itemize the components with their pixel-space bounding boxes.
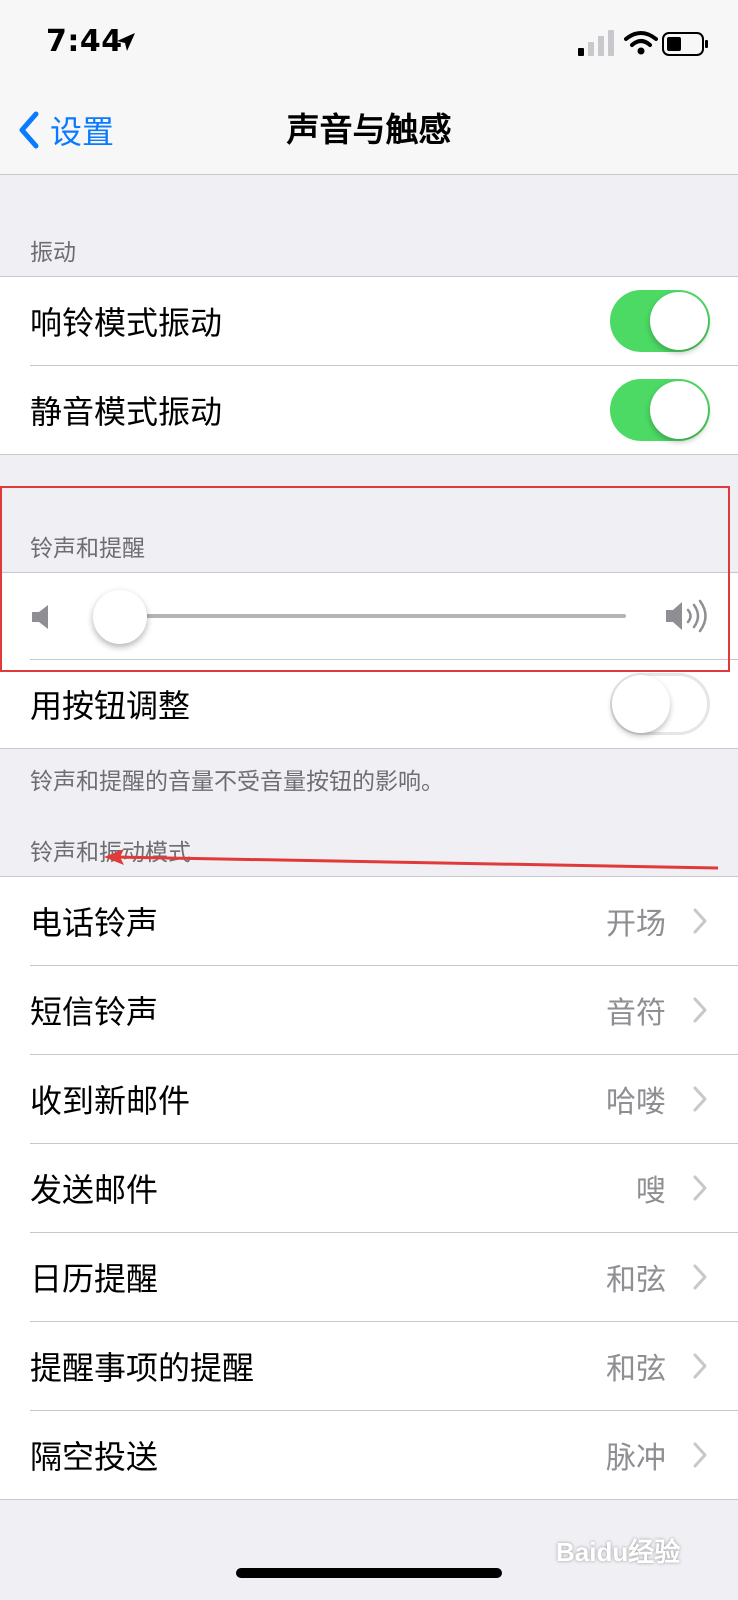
wifi-icon bbox=[624, 31, 658, 55]
status-bar: 7:44 bbox=[0, 0, 738, 88]
chevron-right-icon bbox=[693, 997, 707, 1023]
status-time: 7:44 bbox=[46, 24, 123, 59]
list-item[interactable]: 日历提醒 和弦 bbox=[30, 1233, 738, 1322]
ring-vibrate-toggle[interactable] bbox=[610, 290, 710, 352]
toggle-knob bbox=[650, 381, 708, 439]
chevron-right-icon bbox=[693, 1353, 707, 1379]
row-value: 开场 bbox=[606, 907, 666, 942]
row-value: 和弦 bbox=[606, 1352, 666, 1387]
navigation-bar: 设置 声音与触感 bbox=[0, 88, 738, 175]
slider-thumb[interactable] bbox=[93, 590, 147, 644]
ringer-volume-slider[interactable] bbox=[30, 573, 738, 660]
row-label: 隔空投送 bbox=[30, 1438, 159, 1476]
ring-vibrate-row: 响铃模式振动 bbox=[30, 277, 738, 366]
row-label: 静音模式振动 bbox=[30, 393, 223, 431]
list-item[interactable]: 提醒事项的提醒 和弦 bbox=[30, 1322, 738, 1411]
list-item[interactable]: 短信铃声 音符 bbox=[30, 966, 738, 1055]
toggle-knob bbox=[612, 675, 670, 733]
page-title: 声音与触感 bbox=[286, 110, 452, 149]
vibration-group: 响铃模式振动 静音模式振动 bbox=[0, 276, 738, 455]
chevron-right-icon bbox=[693, 1086, 707, 1112]
row-label: 提醒事项的提醒 bbox=[30, 1349, 255, 1387]
ringer-group: 用按钮调整 bbox=[0, 572, 738, 749]
volume-low-icon bbox=[32, 605, 48, 629]
row-value: 嗖 bbox=[636, 1174, 666, 1209]
row-value: 和弦 bbox=[606, 1263, 666, 1298]
cellular-signal-icon bbox=[578, 30, 614, 56]
adjust-with-buttons-row: 用按钮调整 bbox=[30, 660, 738, 748]
ringer-footer-note: 铃声和提醒的音量不受音量按钮的影响。 bbox=[30, 769, 444, 795]
row-value: 哈喽 bbox=[606, 1085, 666, 1120]
location-arrow-icon bbox=[117, 33, 135, 51]
row-label: 电话铃声 bbox=[30, 904, 159, 942]
row-label: 发送邮件 bbox=[30, 1171, 159, 1209]
row-label: 收到新邮件 bbox=[30, 1082, 191, 1120]
section-header-vibration: 振动 bbox=[30, 240, 76, 266]
section-header-ringer: 铃声和提醒 bbox=[30, 536, 145, 562]
battery-icon bbox=[662, 32, 708, 56]
row-value: 脉冲 bbox=[606, 1441, 666, 1476]
chevron-right-icon bbox=[693, 1264, 707, 1290]
list-item[interactable]: 收到新邮件 哈喽 bbox=[30, 1055, 738, 1144]
row-label: 用按钮调整 bbox=[30, 687, 191, 725]
silent-vibrate-toggle[interactable] bbox=[610, 379, 710, 441]
home-indicator[interactable] bbox=[236, 1568, 502, 1578]
list-item[interactable]: 发送邮件 嗖 bbox=[30, 1144, 738, 1233]
adjust-with-buttons-toggle[interactable] bbox=[610, 673, 710, 735]
row-value: 音符 bbox=[606, 996, 666, 1031]
toggle-knob bbox=[650, 292, 708, 350]
chevron-right-icon bbox=[693, 1442, 707, 1468]
silent-vibrate-row: 静音模式振动 bbox=[30, 366, 738, 454]
row-label: 响铃模式振动 bbox=[30, 304, 223, 342]
red-arrow-annotation bbox=[104, 849, 719, 870]
volume-high-icon bbox=[666, 599, 707, 633]
list-item[interactable]: 电话铃声 开场 bbox=[30, 877, 738, 966]
slider-track bbox=[120, 614, 626, 618]
watermark-logo: Baidu经验 bbox=[556, 1537, 681, 1567]
chevron-right-icon bbox=[693, 908, 707, 934]
row-label: 日历提醒 bbox=[30, 1260, 159, 1298]
row-label: 短信铃声 bbox=[30, 993, 159, 1031]
list-item[interactable]: 隔空投送 脉冲 bbox=[30, 1411, 738, 1499]
patterns-group: 电话铃声 开场 短信铃声 音符 收到新邮件 哈喽 发送邮件 嗖 日历提醒 和弦 … bbox=[0, 876, 738, 1500]
chevron-right-icon bbox=[693, 1175, 707, 1201]
